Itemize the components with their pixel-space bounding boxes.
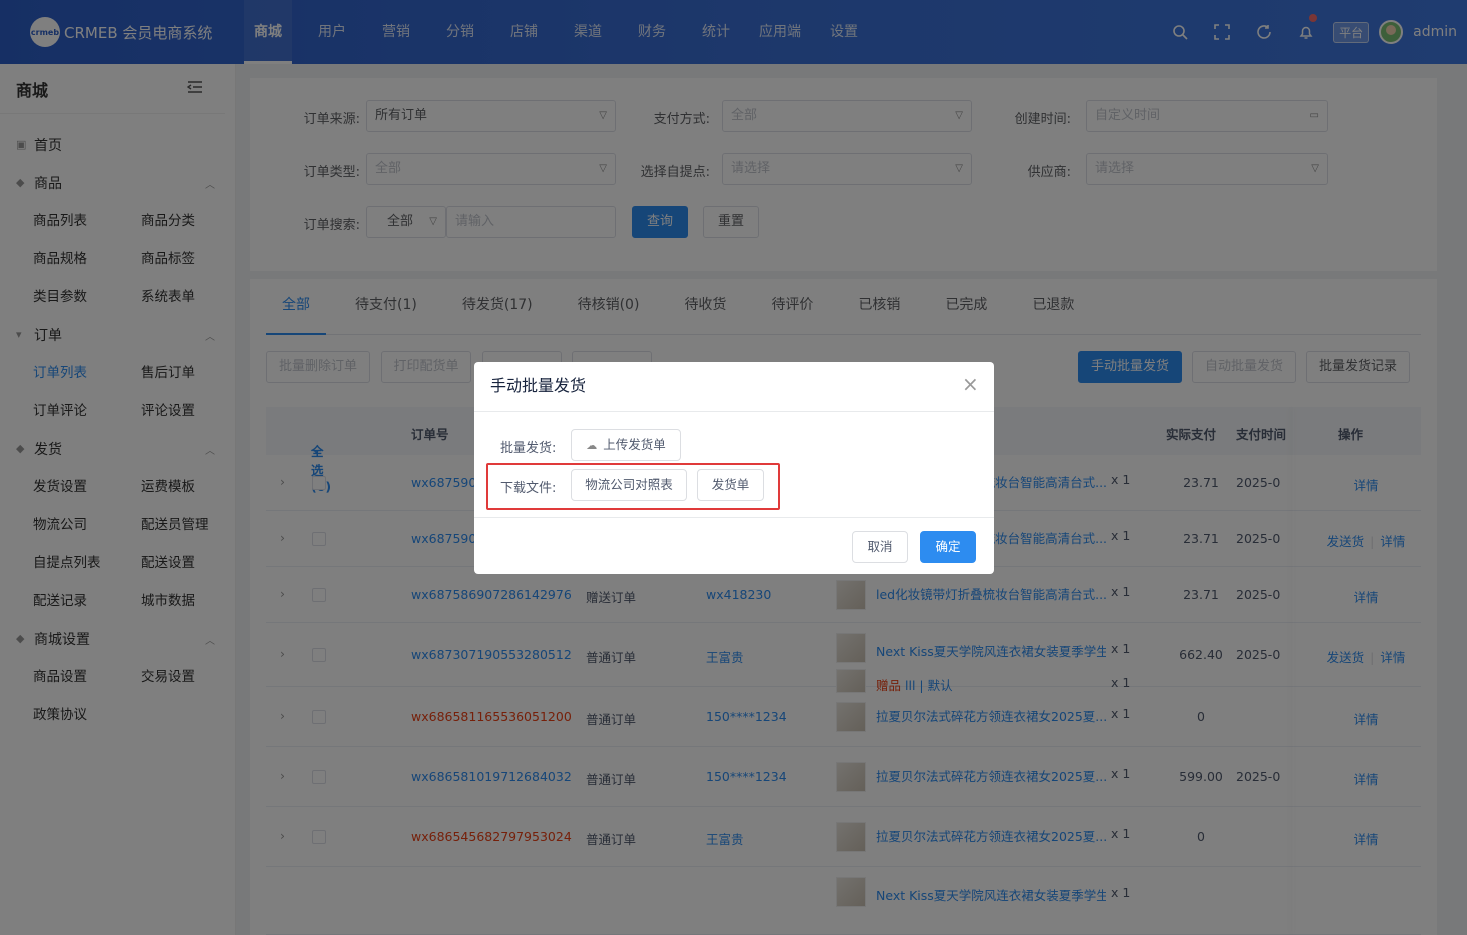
batch-ship-label: 批量发货: xyxy=(500,441,557,456)
close-icon[interactable]: × xyxy=(962,374,979,394)
download-logistics-table-button[interactable]: 物流公司对照表 xyxy=(571,469,687,501)
cancel-button[interactable]: 取消 xyxy=(852,531,908,563)
dialog-title: 手动批量发货 xyxy=(474,362,994,412)
upload-cloud-icon: ☁ xyxy=(586,439,598,452)
upload-ship-sheet-label: 上传发货单 xyxy=(603,437,666,452)
upload-ship-sheet-button[interactable]: ☁ 上传发货单 xyxy=(571,429,681,461)
download-file-label: 下载文件: xyxy=(500,481,557,496)
download-ship-sheet-button[interactable]: 发货单 xyxy=(697,469,764,501)
dialog-footer: 取消 确定 xyxy=(474,517,994,574)
confirm-button[interactable]: 确定 xyxy=(920,531,976,563)
batch-ship-dialog: 手动批量发货 × 批量发货: ☁ 上传发货单 下载文件: 物流公司对照表 发货单 … xyxy=(474,362,994,574)
